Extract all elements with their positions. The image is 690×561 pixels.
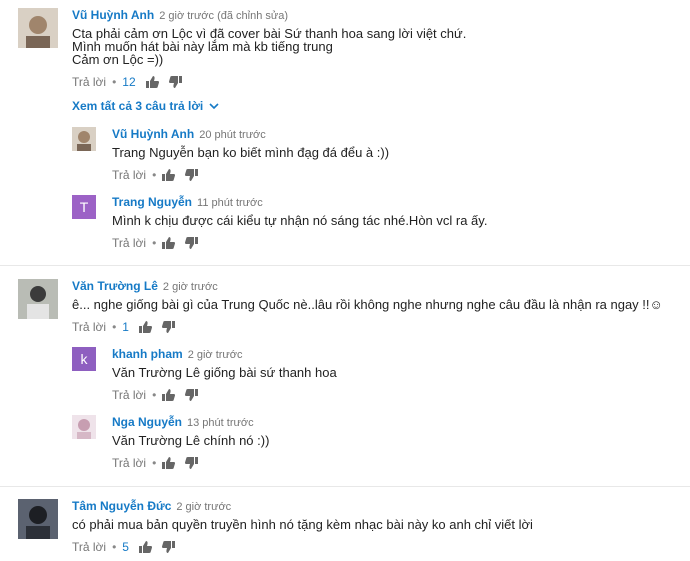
reply-button[interactable]: Trả lời [72, 320, 106, 334]
reply-item: T Trang Nguyễn 11 phút trước Mình k chịu … [72, 195, 487, 250]
comment-text: có phải mua bản quyền truyền hình nó tặn… [72, 518, 533, 531]
comment-line: Mình k chịu được cái kiểu tự nhận nó sán… [112, 213, 488, 228]
comment-timestamp[interactable]: 2 giờ trước (đã chỉnh sửa) [159, 10, 288, 22]
comment-timestamp[interactable]: 2 giờ trước [163, 281, 218, 293]
comment-text: Cta phải cảm ơn Lộc vì đã cover bài Sứ t… [72, 27, 466, 66]
comment-timestamp[interactable]: 11 phút trước [197, 197, 263, 209]
comment-author[interactable]: Vũ Huỳnh Anh [72, 8, 154, 22]
avatar[interactable] [18, 499, 58, 539]
reply-button[interactable]: Trả lời [72, 540, 106, 554]
avatar[interactable] [72, 127, 96, 151]
thumbs-up-icon[interactable] [138, 541, 152, 553]
avatar[interactable] [72, 415, 96, 439]
thumbs-down-icon[interactable] [161, 321, 175, 333]
thumbs-down-icon[interactable] [185, 169, 199, 181]
comment-text: ê... nghe giống bài gì của Trung Quốc nè… [72, 298, 663, 311]
user-photo-icon [18, 499, 58, 539]
comment-author[interactable]: Trang Nguyễn [112, 195, 192, 209]
comment-text: Mình k chịu được cái kiểu tự nhận nó sán… [112, 214, 487, 227]
thumbs-down-icon[interactable] [185, 457, 199, 469]
avatar[interactable] [18, 279, 58, 319]
separator-dot: • [152, 236, 157, 250]
separator-dot: • [152, 388, 157, 402]
view-all-replies-button[interactable]: Xem tất cả 3 câu trả lời [72, 99, 219, 113]
thumbs-up-icon[interactable] [162, 457, 176, 469]
user-photo-icon [72, 415, 96, 439]
user-photo-icon [18, 279, 58, 319]
comment-timestamp[interactable]: 2 giờ trước [188, 349, 243, 361]
like-count: 5 [122, 540, 129, 554]
avatar[interactable]: T [72, 195, 96, 219]
reply-button[interactable]: Trả lời [72, 75, 106, 89]
thumbs-down-icon[interactable] [185, 389, 199, 401]
reply-item: k khanh pham 2 giờ trước Văn Trường Lê gi… [72, 347, 337, 402]
separator-dot: • [112, 540, 117, 554]
comment-line: Cảm ơn Lộc =)) [72, 52, 164, 67]
thumbs-down-icon[interactable] [168, 76, 182, 88]
thumbs-up-icon[interactable] [138, 321, 152, 333]
separator-dot: • [152, 168, 157, 182]
reply-button[interactable]: Trả lời [112, 168, 146, 182]
like-count: 12 [122, 75, 136, 89]
thumbs-up-icon[interactable] [162, 169, 176, 181]
comment-line: ê... nghe giống bài gì của Trung Quốc nè… [72, 297, 663, 312]
thread-divider [0, 486, 690, 487]
comment-text: Văn Trường Lê giống bài sứ thanh hoa [112, 366, 337, 379]
comment-line: có phải mua bản quyền truyền hình nó tặn… [72, 517, 533, 532]
comment-thread-3: Tâm Nguyễn Đức 2 giờ trước có phải mua bả… [18, 499, 533, 554]
comment-line: Trang Nguyễn bạn ko biết mình đạg đá đểu… [112, 145, 390, 160]
thumbs-up-icon[interactable] [162, 389, 176, 401]
avatar-letter: k [80, 351, 88, 367]
comment-thread-1: Vũ Huỳnh Anh 2 giờ trước (đã chỉnh sửa) C… [18, 8, 466, 89]
comment-thread-2: Văn Trường Lê 2 giờ trước ê... nghe giống… [18, 279, 663, 334]
avatar[interactable]: k [72, 347, 96, 371]
chevron-down-icon [209, 103, 219, 109]
user-photo-icon [72, 127, 96, 151]
comment-author[interactable]: khanh pham [112, 347, 183, 361]
avatar[interactable] [18, 8, 58, 48]
comment-text: Văn Trường Lê chính nó :)) [112, 434, 269, 447]
reply-button[interactable]: Trả lời [112, 456, 146, 470]
comment-author[interactable]: Tâm Nguyễn Đức [72, 499, 171, 513]
thread-divider [0, 265, 690, 266]
thumbs-down-icon[interactable] [185, 237, 199, 249]
reply-item: Vũ Huỳnh Anh 20 phút trước Trang Nguyễn b… [72, 127, 389, 182]
reply-item: Nga Nguyễn 13 phút trước Văn Trường Lê ch… [72, 415, 269, 470]
separator-dot: • [112, 75, 117, 89]
user-photo-icon [18, 8, 58, 48]
reply-button[interactable]: Trả lời [112, 388, 146, 402]
comment-timestamp[interactable]: 20 phút trước [199, 129, 266, 141]
comment-line: Văn Trường Lê chính nó :)) [112, 433, 270, 448]
comment-timestamp[interactable]: 13 phút trước [187, 417, 254, 429]
comment-timestamp[interactable]: 2 giờ trước [176, 501, 231, 513]
thumbs-down-icon[interactable] [161, 541, 175, 553]
separator-dot: • [112, 320, 117, 334]
thumbs-up-icon[interactable] [145, 76, 159, 88]
comment-author[interactable]: Nga Nguyễn [112, 415, 182, 429]
comment-author[interactable]: Vũ Huỳnh Anh [112, 127, 194, 141]
comment-author[interactable]: Văn Trường Lê [72, 279, 158, 293]
avatar-letter: T [79, 199, 89, 215]
reply-button[interactable]: Trả lời [112, 236, 146, 250]
thumbs-up-icon[interactable] [162, 237, 176, 249]
like-count: 1 [122, 320, 129, 334]
comment-text: Trang Nguyễn bạn ko biết mình đạg đá đểu… [112, 146, 389, 159]
view-all-replies-label: Xem tất cả 3 câu trả lời [72, 99, 204, 113]
comment-line: Văn Trường Lê giống bài sứ thanh hoa [112, 365, 337, 380]
separator-dot: • [152, 456, 157, 470]
